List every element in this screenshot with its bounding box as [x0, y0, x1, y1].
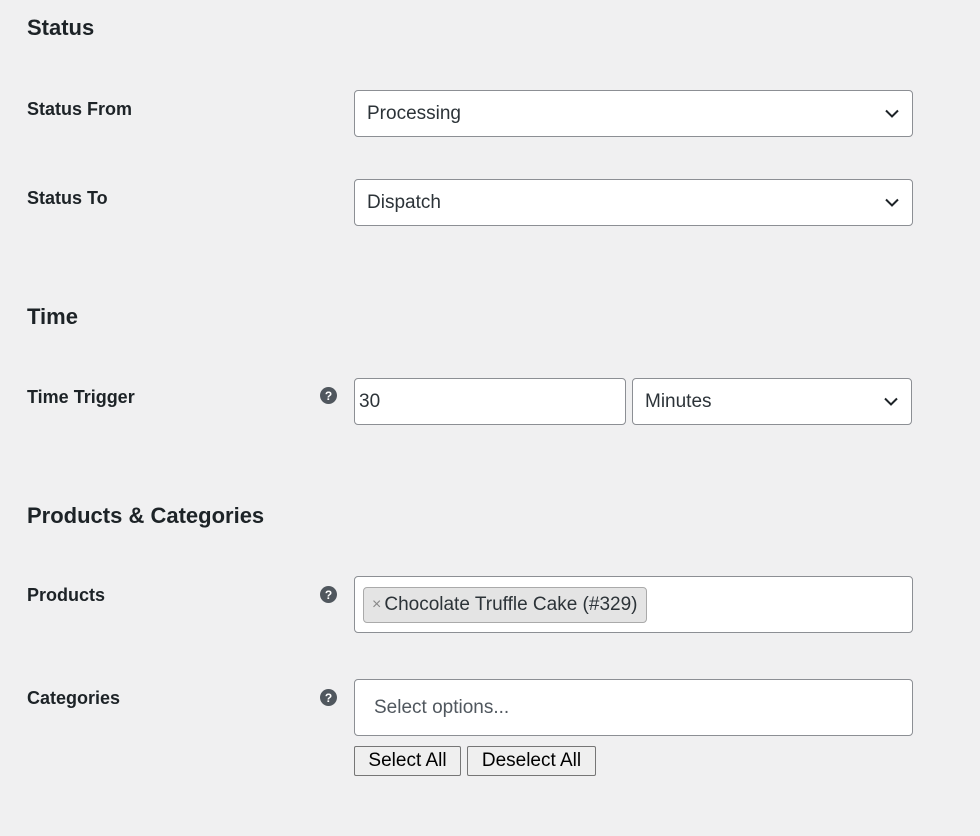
remove-token-icon[interactable]: ×: [372, 596, 381, 613]
time-trigger-input[interactable]: [354, 378, 626, 425]
products-help-icon[interactable]: ?: [320, 586, 337, 603]
status-from-label: Status From: [27, 99, 133, 119]
chevron-down-icon: [872, 180, 912, 225]
products-label: Products: [27, 585, 106, 605]
time-unit-value: Minutes: [645, 390, 712, 412]
chevron-down-icon: [872, 91, 912, 136]
time-heading: Time: [27, 304, 78, 329]
selected-product-token: × Chocolate Truffle Cake (#329): [363, 586, 648, 623]
selected-product-label: Chocolate Truffle Cake (#329): [384, 593, 638, 615]
products-multiselect[interactable]: × Chocolate Truffle Cake (#329): [354, 576, 913, 633]
chevron-down-icon: [871, 379, 911, 424]
categories-label: Categories: [27, 688, 121, 708]
time-unit-select[interactable]: Minutes: [632, 378, 912, 425]
status-from-value: Processing: [367, 102, 461, 124]
status-heading: Status: [27, 15, 95, 40]
products-categories-heading: Products & Categories: [27, 503, 265, 528]
categories-help-icon[interactable]: ?: [320, 689, 337, 706]
time-trigger-help-icon[interactable]: ?: [320, 387, 337, 404]
categories-placeholder: Select options...: [374, 696, 510, 718]
deselect-all-button[interactable]: Deselect All: [467, 746, 596, 776]
status-from-select[interactable]: Processing: [354, 90, 913, 137]
status-to-value: Dispatch: [367, 191, 441, 213]
status-to-select[interactable]: Dispatch: [354, 179, 913, 226]
categories-multiselect[interactable]: Select options...: [354, 679, 913, 736]
status-to-label: Status To: [27, 188, 108, 208]
time-trigger-label: Time Trigger: [27, 387, 135, 407]
select-all-button[interactable]: Select All: [354, 746, 461, 776]
